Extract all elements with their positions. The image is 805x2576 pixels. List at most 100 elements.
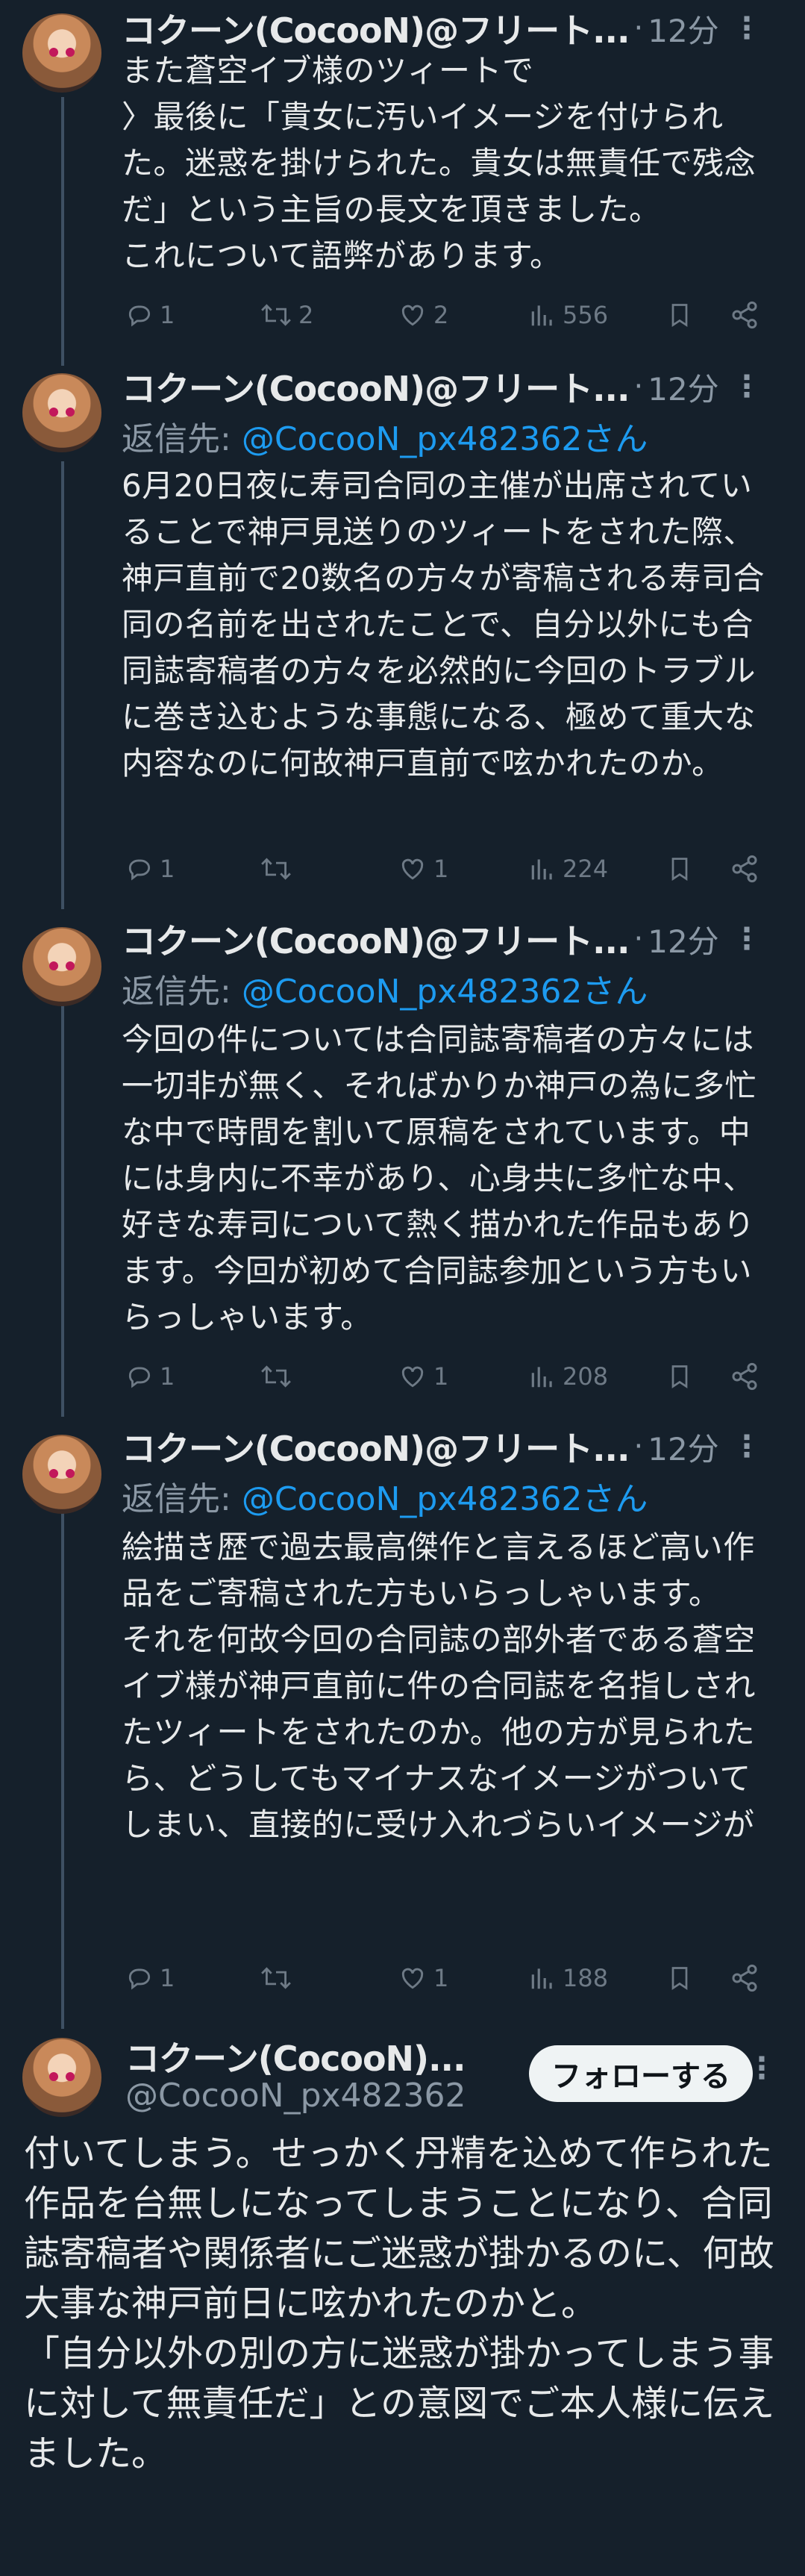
retweet-count: 2 <box>298 301 314 329</box>
share-icon <box>732 855 757 883</box>
share-button[interactable] <box>730 854 759 884</box>
reply-icon <box>128 859 151 881</box>
share-button[interactable] <box>730 1963 759 1993</box>
reply-count: 1 <box>160 301 175 329</box>
reply-icon <box>128 305 151 327</box>
views-count: 188 <box>563 1964 609 1992</box>
avatar[interactable] <box>22 1435 101 1514</box>
follow-button[interactable]: フォローする <box>529 2045 753 2102</box>
views-icon <box>531 1968 552 1989</box>
separator-dot: · <box>633 922 644 956</box>
retweet-button[interactable]: 2 <box>260 301 313 329</box>
views-button[interactable]: 208 <box>528 1362 608 1391</box>
bookmark-button[interactable] <box>666 1963 693 1993</box>
reply-prefix: 返信先: <box>122 1480 242 1518</box>
author-name[interactable]: コクーン(CocooN)@フリート... <box>122 4 630 53</box>
views-button[interactable]: 224 <box>528 855 608 883</box>
reply-to: 返信先: @CocooN_px482362さん <box>122 964 648 1012</box>
reply-handle-link[interactable]: @CocooN_px482362さん <box>242 1480 648 1518</box>
tweet-text: 付いてしまう。せっかく丹精を込めて作られた作品を台無しになってしまうことになり、… <box>24 2133 775 2474</box>
like-button[interactable]: 2 <box>398 301 448 329</box>
author-name[interactable]: コクーン(CocooN)@フリート... <box>122 914 630 964</box>
views-button[interactable]: 188 <box>528 1964 608 1992</box>
avatar[interactable] <box>22 373 101 452</box>
reply-button[interactable]: 1 <box>125 855 175 883</box>
author-name[interactable]: コクーン(CocooN)... <box>125 2032 466 2081</box>
retweet-icon <box>261 1365 291 1388</box>
bookmark-icon <box>671 304 688 328</box>
reply-button[interactable]: 1 <box>125 301 175 329</box>
like-icon <box>401 858 424 880</box>
reply-button[interactable]: 1 <box>125 1362 175 1391</box>
reply-to: 返信先: @CocooN_px482362さん <box>122 1472 648 1520</box>
like-button[interactable]: 1 <box>398 1964 448 1992</box>
thread-line <box>61 1476 64 2029</box>
tweet-time[interactable]: 12分 <box>648 6 718 52</box>
views-button[interactable]: 556 <box>528 301 608 329</box>
tweet-header: コクーン(CocooN)@フリート... · 12分 ⋮ <box>122 6 790 51</box>
like-count: 1 <box>433 1362 449 1391</box>
author-handle[interactable]: @CocooN_px482362 <box>125 2077 466 2115</box>
retweet-button[interactable] <box>260 1362 298 1391</box>
share-button[interactable] <box>730 1362 759 1391</box>
thread-line <box>61 97 64 366</box>
bookmark-button[interactable] <box>666 1362 693 1391</box>
thread-line <box>61 461 64 909</box>
like-count: 2 <box>433 301 449 329</box>
bookmark-icon <box>671 1967 688 1991</box>
more-icon[interactable]: ⋮ <box>732 922 762 956</box>
views-icon <box>531 859 552 880</box>
reply-icon <box>128 1367 151 1388</box>
views-icon <box>531 305 552 326</box>
tweet-time[interactable]: 12分 <box>648 364 718 410</box>
more-icon[interactable]: ⋮ <box>732 11 762 46</box>
bookmark-icon <box>671 1365 688 1389</box>
thread-line <box>61 969 64 1417</box>
tweet-time[interactable]: 12分 <box>648 917 718 962</box>
share-icon <box>732 301 757 329</box>
reply-to: 返信先: @CocooN_px482362さん <box>122 412 648 460</box>
views-count: 208 <box>563 1362 609 1391</box>
more-icon[interactable]: ⋮ <box>732 1429 762 1464</box>
share-button[interactable] <box>730 300 759 330</box>
like-icon <box>401 305 424 326</box>
retweet-icon <box>261 858 291 880</box>
like-count: 1 <box>433 855 449 883</box>
tweet-time[interactable]: 12分 <box>648 1424 718 1470</box>
bookmark-icon <box>671 858 688 882</box>
bookmark-button[interactable] <box>666 300 693 330</box>
reply-icon <box>128 1968 151 1990</box>
bookmark-button[interactable] <box>666 854 693 884</box>
tweet-actions: 1 1 208 <box>122 1354 778 1399</box>
views-count: 556 <box>563 301 609 329</box>
tweet-actions: 1 1 188 <box>122 1956 778 2000</box>
reply-handle-link[interactable]: @CocooN_px482362さん <box>242 420 648 458</box>
reply-button[interactable]: 1 <box>125 1964 175 1992</box>
share-icon <box>732 1362 757 1391</box>
avatar[interactable] <box>22 927 101 1006</box>
like-icon <box>401 1968 424 1989</box>
tweet-text: 6月20日夜に寿司合同の主催が出席されていることで神戸見送りのツィートをされた際… <box>122 467 765 782</box>
like-count: 1 <box>433 1964 449 1992</box>
author-name[interactable]: コクーン(CocooN)@フリート... <box>122 362 630 411</box>
retweet-icon <box>261 304 291 326</box>
like-icon <box>401 1366 424 1388</box>
more-icon[interactable]: ⋮ <box>747 2051 777 2086</box>
tweet-header: コクーン(CocooN)@フリート... · 12分 ⋮ <box>122 364 790 409</box>
more-icon[interactable]: ⋮ <box>732 369 762 404</box>
tweet-actions: 1 2 2 556 <box>122 293 778 337</box>
retweet-button[interactable] <box>260 855 298 883</box>
like-button[interactable]: 1 <box>398 855 448 883</box>
avatar[interactable] <box>22 13 101 93</box>
avatar[interactable] <box>22 2038 101 2117</box>
like-button[interactable]: 1 <box>398 1362 448 1391</box>
retweet-button[interactable] <box>260 1964 298 1992</box>
separator-dot: · <box>633 1429 644 1464</box>
views-count: 224 <box>563 855 609 883</box>
reply-prefix: 返信先: <box>122 420 242 458</box>
reply-prefix: 返信先: <box>122 973 242 1011</box>
reply-count: 1 <box>160 855 175 883</box>
reply-handle-link[interactable]: @CocooN_px482362さん <box>242 973 648 1011</box>
tweet-text: 今回の件については合同誌寄稿者の方々には一切非が無く、そればかりか神戸の為に多忙… <box>122 1021 757 1335</box>
author-name[interactable]: コクーン(CocooN)@フリート... <box>122 1422 630 1471</box>
